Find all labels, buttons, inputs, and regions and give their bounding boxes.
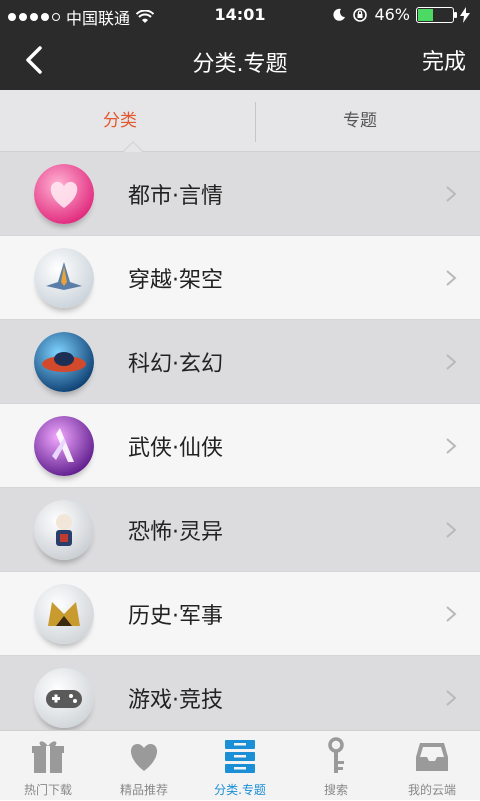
category-row[interactable]: 历史·军事	[0, 572, 480, 656]
tab-label: 我的云端	[407, 783, 456, 797]
status-right: 46%	[332, 5, 470, 24]
gift-icon	[32, 741, 64, 773]
category-row[interactable]: 都市·言情	[0, 152, 480, 236]
category-label: 科幻·玄幻	[128, 352, 223, 377]
page-title: 分类.专题	[192, 52, 288, 77]
chevron-right-icon	[446, 270, 457, 286]
tab-category-topic[interactable]: 分类.专题	[192, 731, 288, 801]
tab-hot-downloads[interactable]: 热门下载	[0, 731, 96, 801]
tab-label: 分类.专题	[214, 783, 266, 797]
tab-recommended[interactable]: 精品推荐	[96, 731, 192, 801]
heart-orb-icon	[34, 164, 94, 224]
category-row[interactable]: 科幻·玄幻	[0, 320, 480, 404]
charging-icon	[460, 6, 470, 23]
ghost-orb-icon	[34, 500, 94, 560]
done-button[interactable]: 完成	[422, 44, 466, 76]
tab-label: 搜索	[323, 783, 348, 797]
tab-label: 精品推荐	[119, 783, 168, 797]
chevron-right-icon	[446, 354, 457, 370]
key-icon	[328, 737, 344, 773]
inbox-icon	[416, 743, 448, 771]
status-bar: 中国联通 14:01 46%	[0, 0, 480, 30]
ufo-orb-icon	[34, 332, 94, 392]
category-label: 武侠·仙侠	[128, 436, 223, 461]
bottom-tab-bar: 热门下载 精品推荐 分类.专题 搜索 我的云端	[0, 730, 480, 800]
category-row[interactable]: 穿越·架空	[0, 236, 480, 320]
category-label: 恐怖·灵异	[128, 520, 223, 545]
navigation-bar: 分类.专题 完成	[0, 30, 480, 90]
category-row[interactable]: 恐怖·灵异	[0, 488, 480, 572]
tab-label: 热门下载	[23, 783, 72, 797]
category-row[interactable]: 游戏·竞技	[0, 656, 480, 730]
segment-tabs: 分类 专题	[0, 90, 480, 161]
gamepad-orb-icon	[34, 668, 94, 728]
list-icon	[225, 740, 255, 773]
tab-search[interactable]: 搜索	[288, 731, 384, 801]
battery-icon	[416, 6, 457, 23]
chevron-right-icon	[446, 690, 457, 706]
tab-my-cloud[interactable]: 我的云端	[384, 731, 480, 801]
chevron-right-icon	[446, 522, 457, 538]
category-list: 都市·言情 穿越·架空 科幻·玄幻 武侠·仙侠 恐怖·灵异 历史·军事 游戏·竞…	[0, 152, 480, 730]
category-label: 游戏·竞技	[128, 688, 223, 713]
spaceship-orb-icon	[34, 248, 94, 308]
heart-icon	[130, 743, 158, 771]
battery-percent: 46%	[374, 5, 410, 24]
chevron-right-icon	[446, 186, 457, 202]
tab-topic[interactable]: 专题	[240, 90, 480, 152]
warrior-orb-icon	[34, 416, 94, 476]
category-label: 历史·军事	[128, 604, 223, 629]
chevron-right-icon	[446, 606, 457, 622]
category-label: 都市·言情	[128, 184, 223, 209]
tab-category[interactable]: 分类	[0, 90, 240, 152]
category-label: 穿越·架空	[128, 268, 223, 293]
moon-icon	[333, 8, 346, 21]
category-row[interactable]: 武侠·仙侠	[0, 404, 480, 488]
helmet-orb-icon	[34, 584, 94, 644]
rotation-lock-icon	[353, 7, 368, 22]
chevron-right-icon	[446, 438, 457, 454]
